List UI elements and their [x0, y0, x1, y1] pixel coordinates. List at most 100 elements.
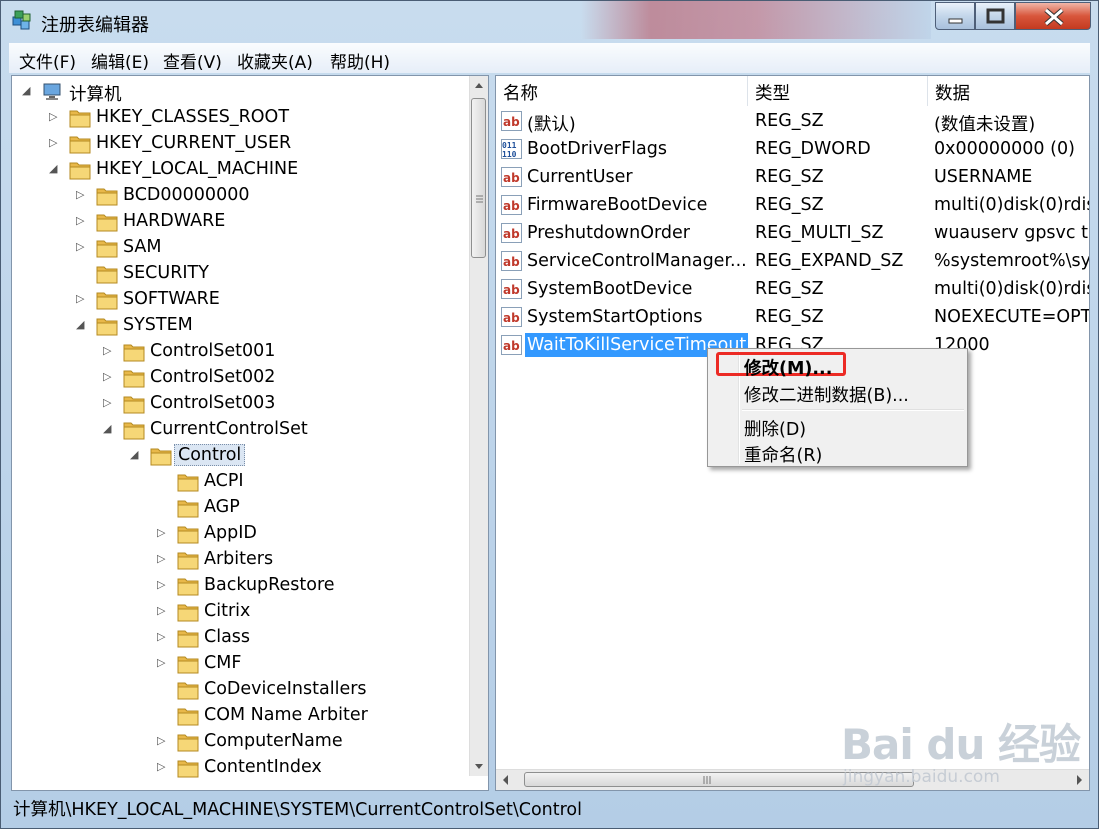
column-header-type[interactable]: 类型 — [748, 76, 928, 106]
scroll-up-arrow-icon[interactable] — [470, 76, 488, 96]
value-type: REG_MULTI_SZ — [755, 223, 884, 243]
column-header-name[interactable]: 名称 — [496, 76, 748, 106]
collapse-arrow-icon[interactable]: ◢ — [22, 85, 34, 97]
value-row[interactable]: ab ServiceControlManager... REG_EXPAND_SZ%… — [496, 248, 1089, 276]
expand-arrow-icon[interactable]: ▷ — [157, 605, 169, 617]
tree-item-label: SAM — [123, 237, 162, 257]
value-data: NOEXECUTE=OPT — [934, 307, 1090, 327]
scroll-left-arrow-icon[interactable] — [496, 770, 516, 790]
tree-item-label: BCD00000000 — [123, 185, 250, 205]
context-menu-modify-binary[interactable]: 修改二进制数据(B)... — [744, 382, 909, 407]
context-menu: 修改(M)... 修改二进制数据(B)... 删除(D) 重命名(R) — [707, 348, 968, 467]
folder-icon — [150, 445, 172, 466]
expand-arrow-icon[interactable]: ▷ — [49, 137, 61, 149]
folder-icon — [177, 731, 199, 752]
scroll-down-arrow-icon[interactable] — [470, 756, 488, 776]
folder-icon — [123, 393, 145, 414]
expand-arrow-icon[interactable]: ▷ — [76, 293, 88, 305]
tree-item-label: HKEY_CLASSES_ROOT — [96, 107, 290, 127]
folder-icon — [96, 237, 118, 258]
expand-arrow-icon[interactable]: ▷ — [76, 215, 88, 227]
tree-item-label: Control — [174, 444, 246, 466]
key-tree-pane[interactable]: ◢ 计算机 ▷ HKEY_CLASSES_ROOT ▷ HKEY_CURRENT_USER… — [11, 75, 489, 791]
svg-text:ab: ab — [503, 339, 520, 353]
folder-icon — [69, 159, 91, 180]
title-bar[interactable]: 注册表编辑器 — [1, 1, 1098, 41]
folder-icon — [69, 107, 91, 128]
collapse-arrow-icon[interactable]: ◢ — [130, 449, 142, 461]
expand-arrow-icon[interactable]: ▷ — [157, 527, 169, 539]
expand-arrow-icon[interactable]: ▷ — [103, 397, 115, 409]
context-menu-rename[interactable]: 重命名(R) — [744, 442, 822, 467]
expand-arrow-icon[interactable]: ▷ — [157, 761, 169, 773]
tree-item-label: 计算机 — [69, 85, 122, 105]
tree-item-label: HKEY_CURRENT_USER — [96, 133, 292, 153]
maximize-button[interactable] — [975, 2, 1015, 30]
scroll-right-arrow-icon[interactable] — [1069, 770, 1089, 790]
status-path: 计算机\HKEY_LOCAL_MACHINE\SYSTEM\CurrentCon… — [13, 800, 582, 820]
maximize-icon — [986, 8, 1005, 24]
menu-favorites[interactable]: 收藏夹(A) — [237, 48, 313, 73]
string-value-icon: ab — [501, 167, 522, 187]
menu-file[interactable]: 文件(F) — [19, 48, 76, 73]
tree-item-label: ComputerName — [204, 731, 343, 751]
value-row[interactable]: ab CurrentUser REG_SZ USERNAME — [496, 164, 1089, 192]
tree-item-label: CurrentControlSet — [150, 419, 308, 439]
menu-help[interactable]: 帮助(H) — [330, 48, 390, 73]
list-horizontal-scrollbar[interactable] — [496, 769, 1089, 790]
title-bar-background — [581, 1, 931, 39]
value-row[interactable]: ab PreshutdownOrder REG_MULTI_SZ wuauserv g… — [496, 220, 1089, 248]
collapse-arrow-icon[interactable]: ◢ — [76, 319, 88, 331]
expand-arrow-icon[interactable]: ▷ — [157, 631, 169, 643]
menu-bar: 文件(F) 编辑(E) 查看(V) 收藏夹(A) 帮助(H) — [9, 43, 1090, 73]
string-value-icon: ab — [501, 335, 522, 355]
collapse-arrow-icon[interactable]: ◢ — [103, 423, 115, 435]
folder-icon — [96, 315, 118, 336]
value-type: REG_DWORD — [755, 139, 871, 159]
expand-arrow-icon[interactable]: ▷ — [103, 371, 115, 383]
expand-arrow-icon[interactable]: ▷ — [157, 735, 169, 747]
folder-icon — [96, 263, 118, 284]
menu-view[interactable]: 查看(V) — [163, 48, 222, 73]
svg-text:ab: ab — [503, 311, 520, 325]
collapse-arrow-icon[interactable]: ◢ — [49, 163, 61, 175]
binary-value-icon: 011 110 — [501, 139, 522, 159]
folder-icon — [123, 367, 145, 388]
menu-edit[interactable]: 编辑(E) — [91, 48, 149, 73]
value-name: SystemBootDevice — [527, 279, 693, 299]
value-row[interactable]: ab SystemBootDevice REG_SZ multi(0)disk(0)r… — [496, 276, 1089, 304]
string-value-icon: ab — [501, 251, 522, 271]
tree-item-label: SOFTWARE — [123, 289, 220, 309]
folder-icon — [177, 497, 199, 518]
tree-item-label: COM Name Arbiter — [204, 705, 368, 725]
column-header-data[interactable]: 数据 — [928, 76, 1089, 106]
expand-arrow-icon[interactable]: ▷ — [76, 241, 88, 253]
folder-icon — [177, 575, 199, 596]
expand-arrow-icon[interactable]: ▷ — [76, 189, 88, 201]
expand-arrow-icon[interactable]: ▷ — [49, 111, 61, 123]
tree-item-label: ControlSet001 — [150, 341, 276, 361]
value-name: ServiceControlManager... — [527, 251, 747, 271]
context-menu-modify[interactable]: 修改(M)... — [744, 355, 832, 380]
value-data: 0x00000000 (0) — [934, 139, 1075, 159]
svg-text:ab: ab — [503, 115, 520, 129]
close-button[interactable] — [1015, 2, 1091, 30]
string-value-icon: ab — [501, 307, 522, 327]
value-row[interactable]: ab FirmwareBootDevice REG_SZ multi(0)disk(0… — [496, 192, 1089, 220]
value-name: BootDriverFlags — [527, 139, 668, 159]
expand-arrow-icon[interactable]: ▷ — [157, 553, 169, 565]
value-row[interactable]: ab (默认) REG_SZ (数值未设置) — [496, 108, 1089, 136]
value-data: USERNAME — [934, 167, 1033, 187]
expand-arrow-icon[interactable]: ▷ — [157, 657, 169, 669]
value-type: REG_SZ — [755, 307, 824, 327]
computer-icon — [42, 81, 64, 102]
value-row[interactable]: 011 110 BootDriverFlags REG_DWORD 0x00000000… — [496, 136, 1089, 164]
expand-arrow-icon[interactable]: ▷ — [103, 345, 115, 357]
folder-icon — [123, 341, 145, 362]
minimize-button[interactable] — [935, 2, 975, 30]
tree-scroll-thumb[interactable] — [471, 98, 486, 258]
context-menu-delete[interactable]: 删除(D) — [744, 416, 806, 441]
value-row[interactable]: ab SystemStartOptions REG_SZ NOEXECUTE=OPT — [496, 304, 1090, 332]
tree-vertical-scrollbar[interactable] — [469, 76, 488, 776]
expand-arrow-icon[interactable]: ▷ — [157, 579, 169, 591]
